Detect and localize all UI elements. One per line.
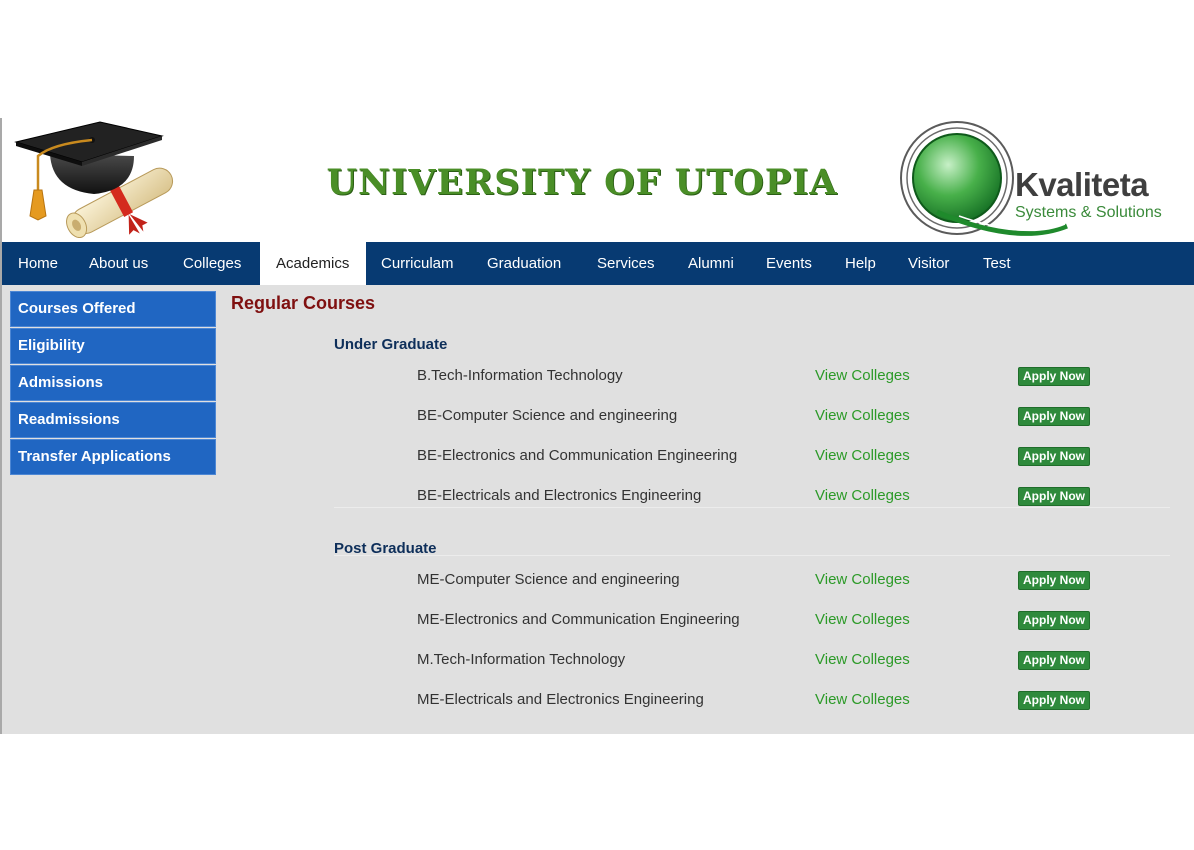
page-title: Regular Courses [231,293,376,313]
view-colleges-link[interactable]: View Colleges [815,651,910,668]
course-name: B.Tech-Information Technology [417,367,623,384]
course-row: ME-Electricals and Electronics Engineeri… [2,691,1194,713]
course-name: BE-Electricals and Electronics Engineeri… [417,487,702,504]
nav-services[interactable]: Services [581,242,671,285]
kvaliteta-logo: Kvaliteta Systems & Solutions [897,120,1172,238]
view-colleges-link[interactable]: View Colleges [815,407,910,424]
nav-alumni[interactable]: Alumni [672,242,750,285]
content-area: Courses Offered Eligibility Admissions R… [2,285,1194,734]
section-title-under-graduate: Under Graduate [334,336,448,353]
nav-about-us[interactable]: About us [73,242,164,285]
apply-now-button[interactable]: Apply Now [1018,571,1090,590]
course-row: B.Tech-Information Technology View Colle… [2,367,1194,389]
nav-curriculam[interactable]: Curriculam [365,242,470,285]
view-colleges-link[interactable]: View Colleges [815,447,910,464]
apply-now-button[interactable]: Apply Now [1018,611,1090,630]
nav-help[interactable]: Help [829,242,892,285]
course-row: M.Tech-Information Technology View Colle… [2,651,1194,673]
section-divider [334,555,1170,556]
nav-home[interactable]: Home [2,242,74,285]
apply-now-button[interactable]: Apply Now [1018,691,1090,710]
site-header: UNIVERSITY OF UTOPIA Kvaliteta Systems &… [2,118,1194,242]
section-divider [334,507,1170,508]
course-row: ME-Electronics and Communication Enginee… [2,611,1194,633]
sidebar-item-courses-offered[interactable]: Courses Offered [10,291,216,327]
nav-academics[interactable]: Academics [260,242,366,285]
nav-graduation[interactable]: Graduation [471,242,577,285]
course-name: ME-Electronics and Communication Enginee… [417,611,740,628]
course-name: ME-Computer Science and engineering [417,571,680,588]
sponsor-tagline: Systems & Solutions [1015,204,1162,221]
apply-now-button[interactable]: Apply Now [1018,651,1090,670]
view-colleges-link[interactable]: View Colleges [815,487,910,504]
apply-now-button[interactable]: Apply Now [1018,487,1090,506]
apply-now-button[interactable]: Apply Now [1018,367,1090,386]
nav-colleges[interactable]: Colleges [167,242,257,285]
course-name: ME-Electricals and Electronics Engineeri… [417,691,704,708]
sidebar-item-eligibility[interactable]: Eligibility [10,328,216,364]
course-name: BE-Computer Science and engineering [417,407,678,424]
nav-visitor[interactable]: Visitor [892,242,965,285]
main-nav: Home About us Colleges Academics Curricu… [2,242,1194,285]
course-row: ME-Computer Science and engineering View… [2,571,1194,593]
course-row: BE-Computer Science and engineering View… [2,407,1194,429]
page: UNIVERSITY OF UTOPIA Kvaliteta Systems &… [0,118,1194,734]
apply-now-button[interactable]: Apply Now [1018,447,1090,466]
view-colleges-link[interactable]: View Colleges [815,691,910,708]
course-name: BE-Electronics and Communication Enginee… [417,447,738,464]
nav-events[interactable]: Events [750,242,828,285]
sponsor-name: Kvaliteta [1015,166,1149,203]
apply-now-button[interactable]: Apply Now [1018,407,1090,426]
nav-test[interactable]: Test [967,242,1027,285]
view-colleges-link[interactable]: View Colleges [815,571,910,588]
course-row: BE-Electricals and Electronics Engineeri… [2,487,1194,509]
view-colleges-link[interactable]: View Colleges [815,611,910,628]
course-row: BE-Electronics and Communication Enginee… [2,447,1194,469]
course-name: M.Tech-Information Technology [417,651,626,668]
view-colleges-link[interactable]: View Colleges [815,367,910,384]
